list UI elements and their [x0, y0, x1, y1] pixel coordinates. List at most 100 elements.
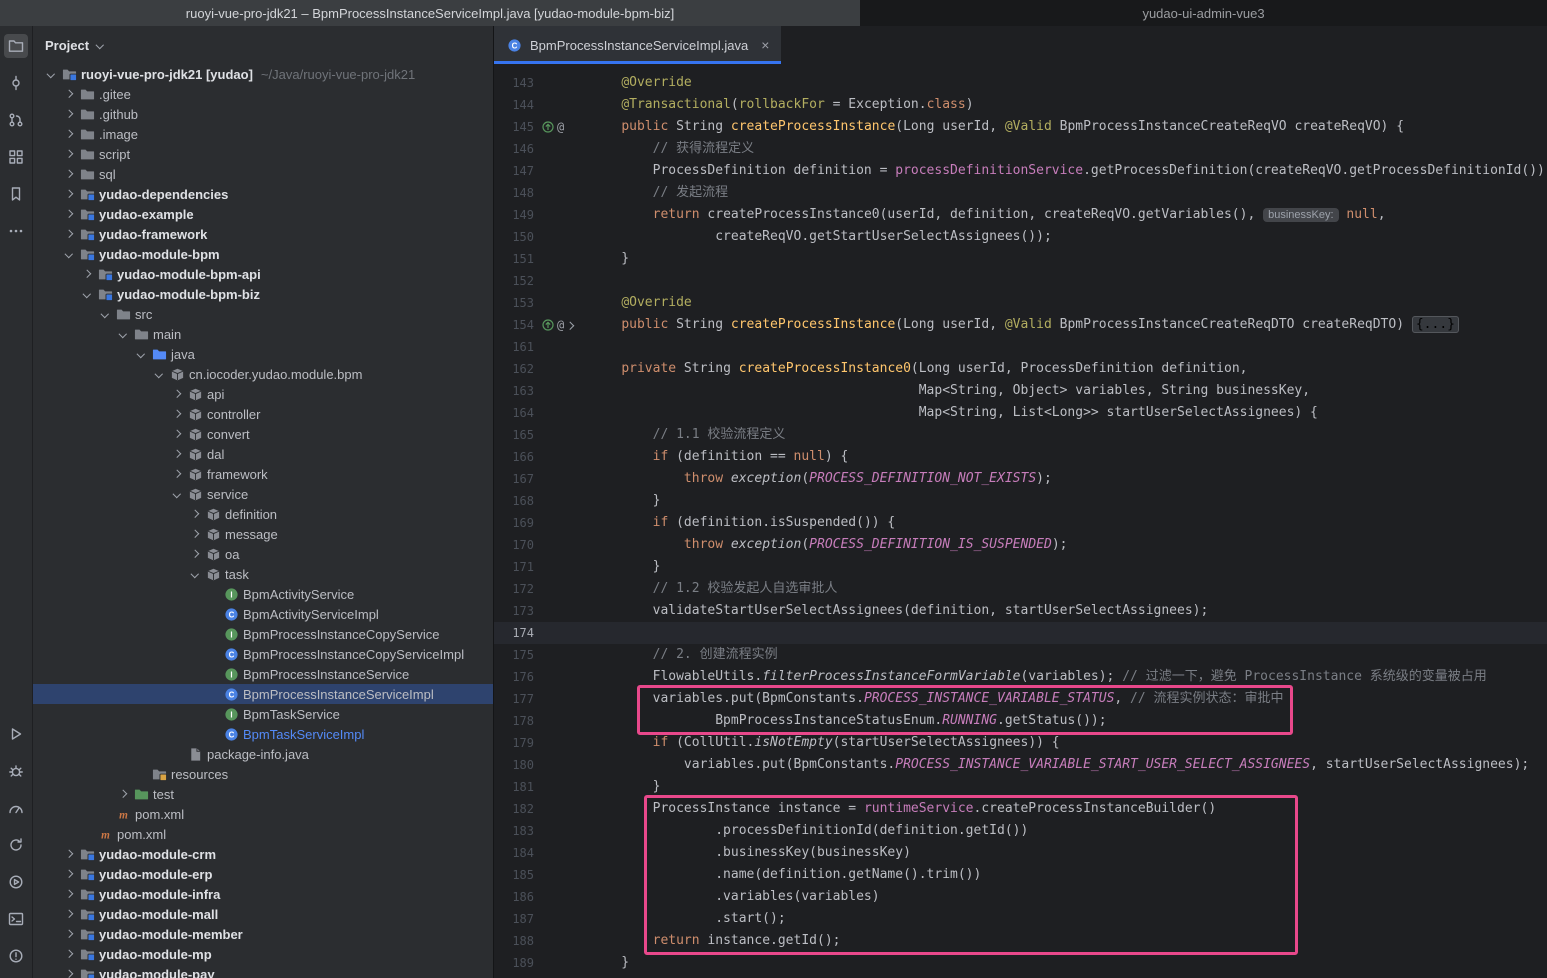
chevron-collapsed-icon[interactable] [61, 171, 77, 177]
fold-chevron-icon[interactable] [567, 314, 573, 336]
commit-tool-button[interactable] [4, 71, 28, 95]
tree-item-bpmprocessinstanceserviceimpl[interactable]: CBpmProcessInstanceServiceImpl [33, 684, 493, 704]
code-line-164[interactable]: 164 Map<String, List<Long>> startUserSel… [494, 402, 1547, 424]
chevron-collapsed-icon[interactable] [61, 911, 77, 917]
line-number[interactable]: 179 [494, 732, 534, 754]
code-line-174[interactable]: 174 [494, 622, 1547, 644]
chevron-collapsed-icon[interactable] [61, 151, 77, 157]
chevron-expanded-icon[interactable] [151, 371, 167, 377]
code-line-187[interactable]: 187 .start(); [494, 908, 1547, 930]
line-number[interactable]: 175 [494, 644, 534, 666]
line-number[interactable]: 164 [494, 402, 534, 424]
tree-item--image[interactable]: .image [33, 124, 493, 144]
code-line-149[interactable]: 149 return createProcessInstance0(userId… [494, 204, 1547, 226]
chevron-collapsed-icon[interactable] [61, 131, 77, 137]
tree-item-yudao-module-bpm-biz[interactable]: yudao-module-bpm-biz [33, 284, 493, 304]
line-number[interactable]: 176 [494, 666, 534, 688]
editor-tab[interactable]: C BpmProcessInstanceServiceImpl.java × [494, 26, 781, 64]
code-line-183[interactable]: 183 .processDefinitionId(definition.getI… [494, 820, 1547, 842]
structure-tool-button[interactable] [4, 145, 28, 169]
chevron-expanded-icon[interactable] [115, 331, 131, 337]
code-line-171[interactable]: 171 } [494, 556, 1547, 578]
chevron-collapsed-icon[interactable] [61, 111, 77, 117]
tree-item-oa[interactable]: oa [33, 544, 493, 564]
chevron-collapsed-icon[interactable] [61, 951, 77, 957]
line-number[interactable]: 170 [494, 534, 534, 556]
line-number[interactable]: 143 [494, 72, 534, 94]
code-line-189[interactable]: 189 } [494, 952, 1547, 974]
tree-item-yudao-module-member[interactable]: yudao-module-member [33, 924, 493, 944]
terminal-tool-button[interactable] [4, 907, 28, 931]
window-title-right[interactable]: yudao-ui-admin-vue3 [860, 0, 1547, 26]
tree-item-yudao-example[interactable]: yudao-example [33, 204, 493, 224]
problems-tool-button[interactable] [4, 944, 28, 968]
line-number[interactable]: 168 [494, 490, 534, 512]
line-number[interactable]: 150 [494, 226, 534, 248]
code-line-148[interactable]: 148 // 发起流程 [494, 182, 1547, 204]
tree-item-pom-xml[interactable]: mpom.xml [33, 824, 493, 844]
chevron-collapsed-icon[interactable] [61, 971, 77, 977]
tree-item--gitee[interactable]: .gitee [33, 84, 493, 104]
code-line-168[interactable]: 168 } [494, 490, 1547, 512]
tab-close-icon[interactable]: × [761, 37, 769, 53]
debug-tool-button[interactable] [4, 759, 28, 783]
line-number[interactable]: 151 [494, 248, 534, 270]
line-number[interactable]: 174 [494, 622, 534, 644]
project-tool-button[interactable] [4, 34, 28, 58]
tree-item-sql[interactable]: sql [33, 164, 493, 184]
tree-item-service[interactable]: service [33, 484, 493, 504]
chevron-expanded-icon[interactable] [79, 291, 95, 297]
code-line-186[interactable]: 186 .variables(variables) [494, 886, 1547, 908]
tree-item-resources[interactable]: resources [33, 764, 493, 784]
code-line-185[interactable]: 185 .name(definition.getName().trim()) [494, 864, 1547, 886]
tree-item-yudao-framework[interactable]: yudao-framework [33, 224, 493, 244]
line-number[interactable]: 154 [494, 314, 534, 336]
tree-item-framework[interactable]: framework [33, 464, 493, 484]
chevron-expanded-icon[interactable] [169, 491, 185, 497]
chevron-collapsed-icon[interactable] [61, 871, 77, 877]
code-line-151[interactable]: 151 } [494, 248, 1547, 270]
line-number[interactable]: 148 [494, 182, 534, 204]
tree-item-task[interactable]: task [33, 564, 493, 584]
tree-item-yudao-module-bpm[interactable]: yudao-module-bpm [33, 244, 493, 264]
folded-region[interactable]: {...} [1412, 316, 1459, 333]
tree-item-dal[interactable]: dal [33, 444, 493, 464]
code-line-154[interactable]: 154@ public String createProcessInstance… [494, 314, 1547, 336]
tree-item-script[interactable]: script [33, 144, 493, 164]
code-line-165[interactable]: 165 // 1.1 校验流程定义 [494, 424, 1547, 446]
code-line-153[interactable]: 153 @Override [494, 292, 1547, 314]
code-line-176[interactable]: 176 FlowableUtils.filterProcessInstanceF… [494, 666, 1547, 688]
line-number[interactable]: 145 [494, 116, 534, 138]
code-line-150[interactable]: 150 createReqVO.getStartUserSelectAssign… [494, 226, 1547, 248]
line-number[interactable]: 171 [494, 556, 534, 578]
code-line-173[interactable]: 173 validateStartUserSelectAssignees(def… [494, 600, 1547, 622]
annotation-icon[interactable]: @ [557, 116, 564, 138]
line-number[interactable]: 186 [494, 886, 534, 908]
chevron-collapsed-icon[interactable] [61, 231, 77, 237]
code-line-147[interactable]: 147 ProcessDefinition definition = proce… [494, 160, 1547, 182]
code-line-161[interactable]: 161 [494, 336, 1547, 358]
code-line-144[interactable]: 144 @Transactional(rollbackFor = Excepti… [494, 94, 1547, 116]
code-line-178[interactable]: 178 BpmProcessInstanceStatusEnum.RUNNING… [494, 710, 1547, 732]
line-number[interactable]: 188 [494, 930, 534, 952]
line-number[interactable]: 161 [494, 336, 534, 358]
tree-item-yudao-module-mp[interactable]: yudao-module-mp [33, 944, 493, 964]
tree-item-src[interactable]: src [33, 304, 493, 324]
code-line-179[interactable]: 179 if (CollUtil.isNotEmpty(startUserSel… [494, 732, 1547, 754]
tree-item-package-info-java[interactable]: package-info.java [33, 744, 493, 764]
chevron-collapsed-icon[interactable] [61, 211, 77, 217]
line-number[interactable]: 172 [494, 578, 534, 600]
tree-item-main[interactable]: main [33, 324, 493, 344]
line-number[interactable]: 146 [494, 138, 534, 160]
code-line-188[interactable]: 188 return instance.getId(); [494, 930, 1547, 952]
chevron-expanded-icon[interactable] [187, 571, 203, 577]
tree-item-message[interactable]: message [33, 524, 493, 544]
line-number[interactable]: 182 [494, 798, 534, 820]
tree-item-yudao-module-mall[interactable]: yudao-module-mall [33, 904, 493, 924]
code-line-169[interactable]: 169 if (definition.isSuspended()) { [494, 512, 1547, 534]
code-line-180[interactable]: 180 variables.put(BpmConstants.PROCESS_I… [494, 754, 1547, 776]
line-number[interactable]: 184 [494, 842, 534, 864]
line-number[interactable]: 163 [494, 380, 534, 402]
line-number[interactable]: 169 [494, 512, 534, 534]
chevron-collapsed-icon[interactable] [169, 391, 185, 397]
